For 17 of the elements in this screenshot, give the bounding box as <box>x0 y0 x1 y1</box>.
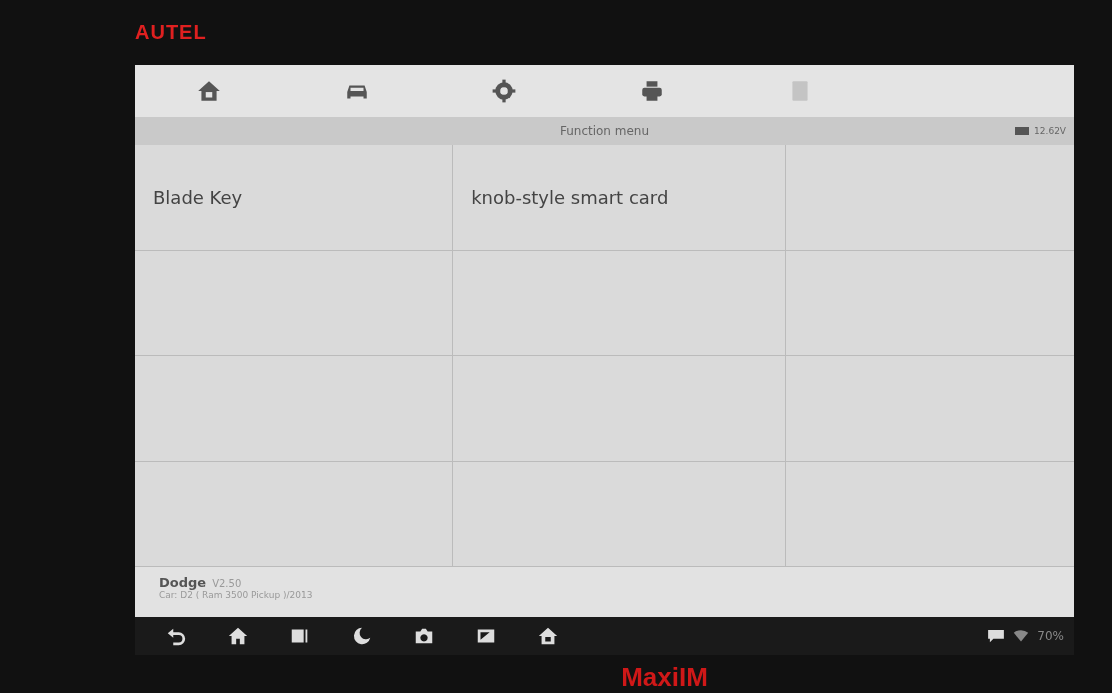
home-button[interactable] <box>227 625 249 647</box>
software-version: V2.50 <box>212 578 242 589</box>
battery-icon <box>1014 126 1031 136</box>
browser-button[interactable] <box>351 625 373 647</box>
menu-tile[interactable]: knob-style smart card <box>453 145 785 250</box>
message-icon <box>987 629 1006 643</box>
gear-icon <box>491 78 518 104</box>
vehicle-description: Car: D2 ( Ram 3500 Pickup )/2013 <box>159 590 314 600</box>
battery-percentage: 70% <box>1037 629 1064 643</box>
voltage-reading: 12.62V <box>1034 126 1066 136</box>
menu-tile[interactable]: Blade Key <box>135 145 453 250</box>
wifi-icon <box>1013 629 1030 643</box>
model-logo: MaxiIM <box>621 661 708 693</box>
screen-title: Function menu <box>559 124 650 138</box>
brand-logo: AUTEL <box>135 21 207 44</box>
house-button[interactable] <box>537 625 559 647</box>
vehicle-make: Dodge <box>159 575 207 590</box>
